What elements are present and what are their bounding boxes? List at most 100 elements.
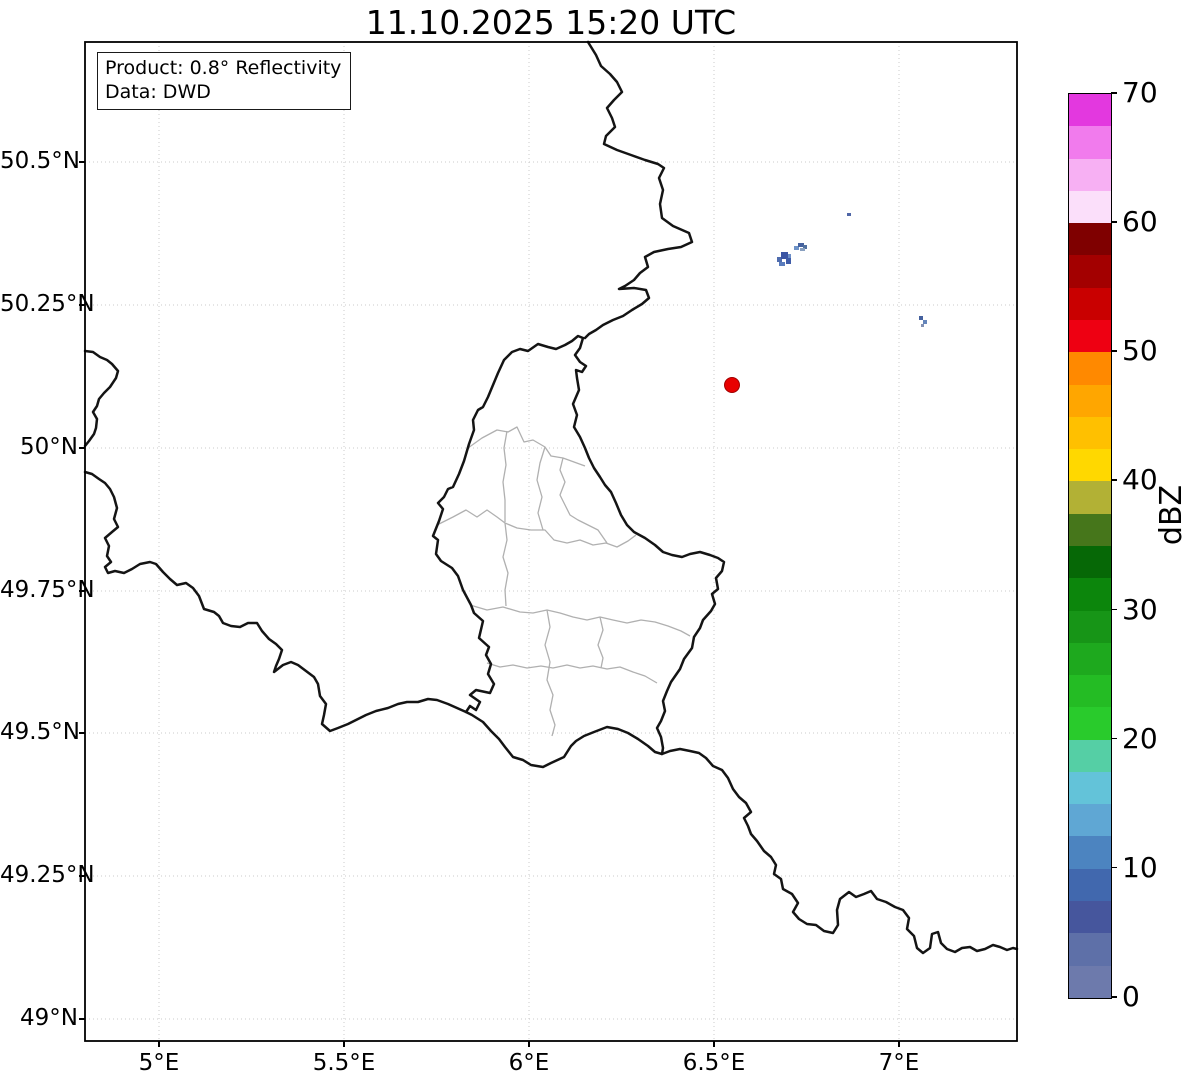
colorbar-tick-mark	[1111, 221, 1117, 223]
radar-figure: 11.10.2025 15:20 UTC Product: 0.8° Refle…	[0, 0, 1202, 1081]
colorbar-segment	[1069, 836, 1111, 869]
colorbar-tick-mark	[1111, 866, 1117, 869]
colorbar-segment	[1069, 158, 1111, 191]
colorbar-segment	[1069, 933, 1111, 966]
colorbar-segment	[1069, 513, 1111, 546]
canton-line-row3	[469, 604, 691, 637]
colorbar-segment	[1069, 901, 1111, 934]
axes-frame	[84, 41, 1018, 1042]
annotation-source: Data: DWD	[105, 81, 211, 104]
x-tick-label: 5°E	[138, 1050, 180, 1076]
colorbar-segment	[1069, 223, 1111, 256]
x-tick-mark	[713, 1041, 715, 1047]
colorbar-tick-label: 70	[1122, 76, 1158, 109]
y-tick-label: 50°N	[20, 434, 78, 460]
canton-line-vert5	[597, 616, 604, 669]
radar-echo	[781, 252, 788, 259]
colorbar-segment	[1069, 642, 1111, 676]
x-tick-mark	[528, 1041, 530, 1047]
plot-title: 11.10.2025 15:20 UTC	[365, 3, 737, 42]
colorbar-tick-mark	[1111, 608, 1117, 611]
radar-echo	[923, 320, 927, 324]
colorbar-tick-label: 20	[1122, 721, 1158, 755]
y-tick-label: 49°N	[20, 1005, 78, 1031]
colorbar-segment	[1069, 94, 1111, 127]
colorbar-segment	[1069, 707, 1111, 740]
colorbar-segment	[1069, 545, 1111, 579]
colorbar-segment	[1069, 610, 1111, 643]
colorbar-segment	[1069, 804, 1111, 837]
y-tick-mark	[79, 732, 85, 734]
radar-echo	[919, 316, 923, 320]
y-tick-label: 49.5°N	[0, 719, 80, 745]
annotation-product: Product: 0.8° Reflectivity	[105, 57, 342, 79]
border-belgium-france-west-lower	[83, 470, 468, 733]
border-france-germany-southeast	[660, 747, 1019, 955]
colorbar-segment	[1069, 416, 1111, 450]
radar-echo	[786, 258, 791, 264]
colorbar-segment	[1069, 481, 1111, 514]
x-tick-mark	[343, 1041, 345, 1047]
radar-echo	[847, 213, 851, 216]
colorbar-segment	[1069, 675, 1111, 708]
radar-echo	[921, 324, 924, 327]
colorbar-segment	[1069, 868, 1111, 902]
colorbar-segment	[1069, 771, 1111, 805]
colorbar-segment	[1069, 126, 1111, 159]
x-tick-label: 6.5°E	[682, 1050, 746, 1076]
border-luxembourg-outline	[431, 334, 726, 769]
colorbar-tick-label: 30	[1122, 592, 1158, 626]
x-tick-label: 7°E	[878, 1050, 920, 1076]
y-tick-label: 50.5°N	[0, 148, 80, 174]
y-tick-mark	[79, 447, 85, 449]
colorbar-tick-mark	[1111, 350, 1117, 352]
colorbar-segment	[1069, 965, 1111, 998]
colorbar-axis-label: dBZ	[1154, 484, 1189, 546]
radar-echo	[788, 254, 791, 258]
colorbar-tick-label: 50	[1122, 334, 1158, 368]
y-tick-mark	[79, 875, 85, 877]
radar-site-marker	[724, 377, 740, 393]
canton-line-vert1	[536, 446, 546, 531]
colorbar-tick-label: 40	[1122, 463, 1158, 497]
colorbar-segment	[1069, 352, 1111, 385]
colorbar	[1068, 93, 1112, 999]
colorbar-tick-mark	[1111, 996, 1117, 998]
map-canvas	[83, 40, 1019, 1042]
colorbar-segment	[1069, 578, 1111, 611]
y-tick-mark	[79, 1018, 85, 1020]
canton-line-row4	[486, 662, 658, 684]
colorbar-tick-mark	[1111, 479, 1117, 482]
x-tick-mark	[898, 1041, 900, 1047]
canton-line-vert4	[502, 430, 508, 522]
annotation-box: Product: 0.8° Reflectivity Data: DWD	[97, 52, 352, 110]
colorbar-tick-mark	[1111, 92, 1117, 94]
colorbar-tick-mark	[1111, 737, 1117, 740]
radar-echo	[779, 262, 785, 266]
x-tick-label: 5.5°E	[312, 1050, 376, 1076]
colorbar-segment	[1069, 255, 1111, 288]
y-tick-label: 50.25°N	[0, 291, 95, 317]
canton-line-vert3	[544, 609, 556, 737]
colorbar-segment	[1069, 449, 1111, 482]
radar-echo	[800, 248, 805, 251]
y-tick-mark	[79, 304, 85, 306]
colorbar-segment	[1069, 384, 1111, 417]
y-tick-label: 49.75°N	[0, 577, 95, 603]
colorbar-tick-label: 10	[1122, 850, 1158, 884]
colorbar-segment	[1069, 319, 1111, 353]
colorbar-segment	[1069, 190, 1111, 224]
canton-line-vert2	[502, 522, 509, 607]
border-germany-belgium-north	[583, 40, 694, 340]
canton-line-vianden	[559, 457, 608, 544]
x-tick-label: 6°E	[508, 1050, 550, 1076]
border-belgium-france-west-upper	[83, 349, 120, 448]
colorbar-segment	[1069, 739, 1111, 772]
y-tick-mark	[79, 590, 85, 592]
y-tick-label: 49.25°N	[0, 862, 95, 888]
colorbar-segment	[1069, 287, 1111, 320]
colorbar-tick-label: 0	[1122, 980, 1140, 1013]
y-tick-mark	[79, 161, 85, 163]
canton-line-north	[467, 426, 586, 467]
colorbar-tick-label: 60	[1122, 205, 1158, 239]
